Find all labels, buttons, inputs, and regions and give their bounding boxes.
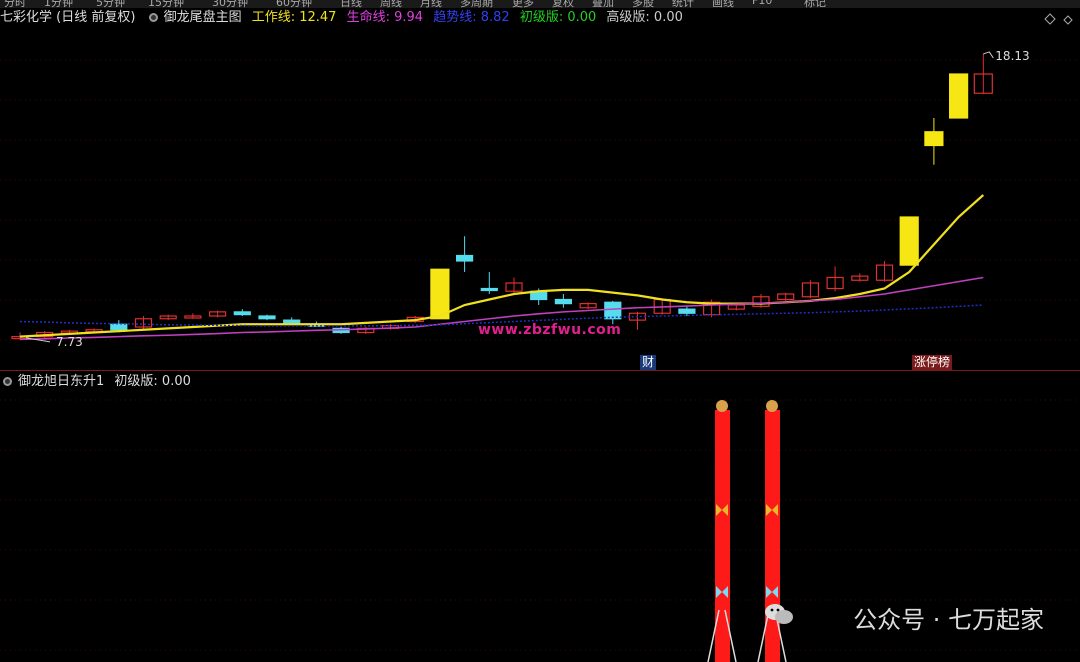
website-watermark: www.zbzfwu.com: [478, 322, 622, 338]
candle-body: [258, 315, 276, 320]
high-price-label: 18.13: [995, 49, 1029, 63]
candle-body: [283, 319, 301, 324]
candle-body: [554, 298, 573, 305]
candle-body: [899, 216, 919, 266]
candle-body: [924, 131, 944, 147]
candle-body: [430, 268, 450, 320]
menu-icon: [1063, 15, 1073, 25]
expand-icon: [1044, 13, 1056, 25]
candle-body: [456, 254, 474, 262]
limit-up-tag[interactable]: 涨停榜: [912, 355, 953, 370]
account-watermark: 公众号 · 七万起家: [853, 606, 1044, 634]
candle-body: [480, 287, 498, 292]
candle-body: [678, 308, 696, 314]
candle-body: [233, 311, 251, 316]
series-line-0: [19, 194, 985, 338]
candle-body: [604, 301, 622, 320]
high-marker: [983, 51, 994, 59]
coin-bag-icon: [766, 400, 778, 412]
wechat-icon: [765, 604, 793, 624]
candle-body: [110, 323, 128, 331]
coin-bag-icon: [716, 400, 728, 412]
finance-tag[interactable]: 财: [640, 355, 657, 370]
candle-body: [948, 73, 969, 119]
low-price-label: 7.73: [56, 335, 83, 349]
